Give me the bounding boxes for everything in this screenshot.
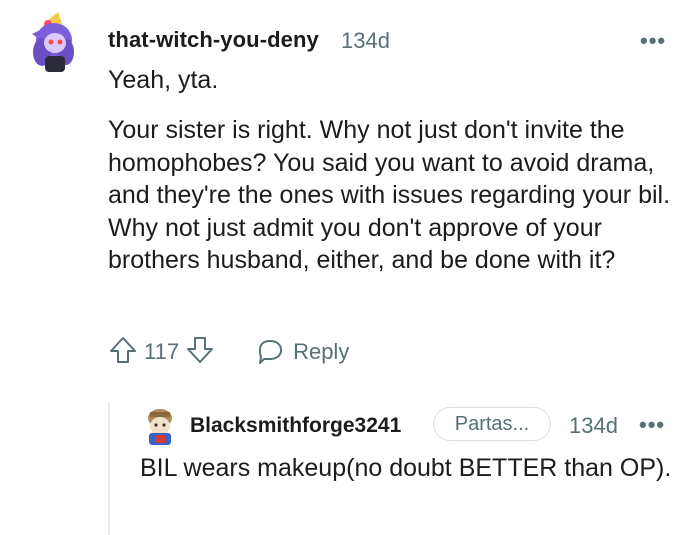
vote-count: 117 [144, 339, 180, 364]
avatar-blacksmith-icon [148, 409, 172, 445]
comment-paragraph: Your sister is right. Why not just don't… [108, 116, 671, 274]
reply-button[interactable]: Reply [255, 337, 349, 367]
user-flair: Partas... [433, 407, 551, 441]
comment-paragraph: Yeah, yta. [108, 66, 219, 94]
reply-username[interactable]: Blacksmithforge3241 [190, 414, 401, 438]
upvote-icon[interactable] [108, 335, 138, 370]
reply-label: Reply [293, 339, 350, 364]
more-icon[interactable]: ••• [640, 28, 666, 54]
comment-actions: 117 Reply [108, 334, 349, 370]
thread-line[interactable] [108, 402, 110, 535]
reply-age: 134d [569, 413, 618, 438]
reply-icon [259, 340, 283, 364]
reply-avatar[interactable] [141, 406, 179, 446]
more-icon[interactable]: ••• [639, 412, 665, 438]
reply-text: BIL wears makeup(no doubt BETTER than OP… [140, 454, 672, 482]
downvote-icon[interactable] [185, 335, 215, 370]
comment-thread: that-witch-you-deny 134d ••• Yeah, yta. … [0, 0, 700, 535]
avatar-witch-icon [32, 12, 74, 72]
user-avatar[interactable] [28, 12, 84, 72]
comment-username[interactable]: that-witch-you-deny [108, 27, 319, 53]
comment-age: 134d [341, 28, 390, 53]
